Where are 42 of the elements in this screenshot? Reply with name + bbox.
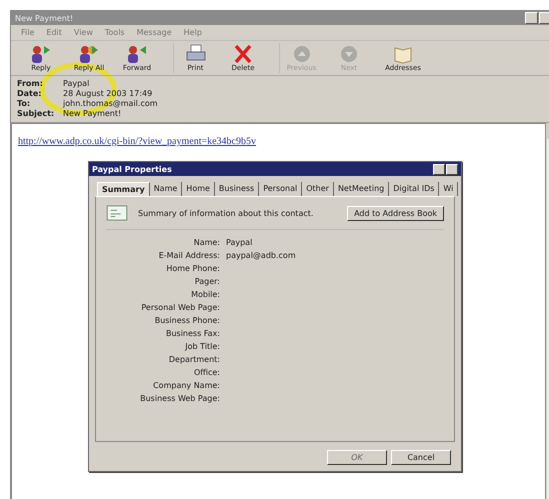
close-button[interactable] bbox=[446, 164, 458, 174]
tab[interactable]: Business bbox=[214, 182, 260, 196]
field-label: Business Phone: bbox=[154, 316, 220, 326]
summary-text: Summary of information about this contact. bbox=[138, 208, 314, 218]
people-icon bbox=[127, 44, 147, 64]
window-title: New Payment! bbox=[15, 14, 74, 22]
field-value: Paypal bbox=[226, 238, 254, 248]
field-label: Personal Web Page: bbox=[140, 303, 220, 313]
dialog-title: Paypal Properties bbox=[92, 164, 172, 174]
tab[interactable]: Name bbox=[150, 182, 182, 196]
tab[interactable]: Other bbox=[302, 182, 334, 196]
field-label: Company Name: bbox=[152, 381, 220, 391]
people-icon bbox=[31, 44, 51, 64]
tab[interactable]: Home bbox=[182, 182, 215, 196]
add-to-address-book-button[interactable]: Add to Address Book bbox=[347, 206, 444, 220]
header-value: Paypal bbox=[63, 79, 90, 89]
payment-link[interactable]: http://www.adp.co.uk/cgi-bin/?view_payment=ke34bc9b5v bbox=[18, 136, 256, 147]
field-label: Department: bbox=[168, 355, 220, 365]
minimize-button[interactable] bbox=[525, 12, 538, 24]
field-label: Mobile: bbox=[190, 290, 220, 300]
contact-card-icon bbox=[106, 205, 128, 221]
maximize-button[interactable] bbox=[539, 12, 549, 24]
header-label: To: bbox=[17, 99, 32, 109]
tab[interactable]: Digital IDs bbox=[389, 182, 440, 196]
field-label: Name: bbox=[192, 238, 220, 248]
field-label: Home Phone: bbox=[165, 264, 220, 274]
header-label: Date: bbox=[17, 89, 42, 99]
field-label: Job Title: bbox=[184, 342, 220, 352]
tab[interactable]: Summary bbox=[97, 182, 150, 196]
field-label: Business Web Page: bbox=[139, 394, 220, 404]
tab[interactable]: NetMeeting bbox=[334, 182, 390, 196]
help-button[interactable] bbox=[433, 164, 445, 174]
tab[interactable]: Wi bbox=[439, 182, 458, 196]
header-label: Subject: bbox=[17, 109, 56, 119]
field-value: paypal@adb.com bbox=[226, 251, 297, 261]
people-icon bbox=[79, 44, 99, 64]
tab[interactable]: Personal bbox=[259, 182, 302, 196]
field-label: Business Fax: bbox=[164, 329, 220, 339]
field-label: Pager: bbox=[194, 277, 220, 287]
field-label: Office: bbox=[192, 368, 220, 378]
field-label: E-Mail Address: bbox=[158, 251, 220, 261]
dialog-button[interactable]: Cancel bbox=[391, 450, 451, 465]
